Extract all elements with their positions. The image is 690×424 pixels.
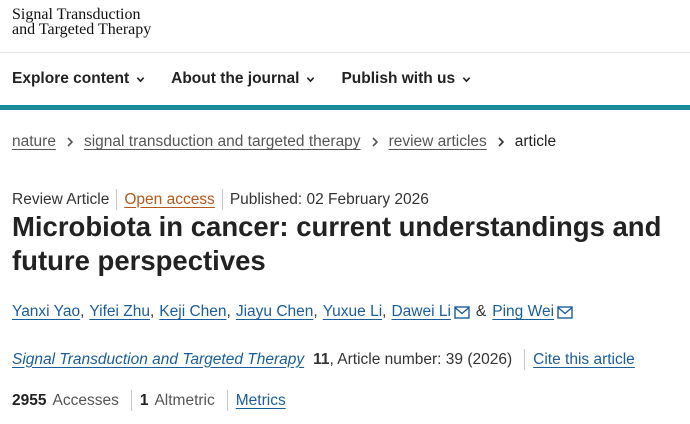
journal-divider bbox=[524, 349, 526, 370]
logo-line-1: Signal Transduction bbox=[12, 6, 141, 23]
chevron-down-icon bbox=[462, 76, 471, 82]
cite-this-article-link[interactable]: Cite this article bbox=[533, 351, 635, 369]
author-link[interactable]: Keji Chen bbox=[159, 303, 226, 321]
meta-divider bbox=[221, 189, 223, 210]
logo-line-2: and Targeted Therapy bbox=[12, 21, 152, 38]
altmetric-label: Altmetric bbox=[154, 391, 215, 409]
breadcrumb-nature[interactable]: nature bbox=[12, 133, 56, 151]
main-nav: Explore content About the journal Publis… bbox=[12, 70, 471, 88]
breadcrumb-review-articles[interactable]: review articles bbox=[389, 133, 487, 151]
mail-icon[interactable] bbox=[557, 305, 573, 319]
breadcrumb-current: article bbox=[514, 133, 557, 150]
article-meta: Review Article Open access Published: 02… bbox=[12, 189, 429, 210]
breadcrumb: nature signal transduction and targeted … bbox=[12, 133, 556, 151]
journal-logo[interactable]: Signal Transduction and Targeted Therapy bbox=[12, 6, 152, 38]
author-list: Yanxi Yao, Yifei Zhu, Keji Chen, Jiayu C… bbox=[12, 303, 573, 321]
article-title: Microbiota in cancer: current understand… bbox=[12, 211, 662, 276]
chevron-right-icon bbox=[66, 137, 74, 147]
nav-explore-content[interactable]: Explore content bbox=[12, 70, 145, 88]
nav-label: Explore content bbox=[12, 70, 130, 87]
metrics-link[interactable]: Metrics bbox=[236, 392, 286, 410]
author-link[interactable]: Dawei Li bbox=[391, 303, 450, 321]
header-divider bbox=[0, 52, 690, 53]
accesses-count: 2955 bbox=[12, 391, 47, 409]
article-metrics: 2955 Accesses 1 Altmetric Metrics bbox=[12, 390, 286, 411]
breadcrumb-journal[interactable]: signal transduction and targeted therapy bbox=[84, 133, 361, 151]
open-access-link[interactable]: Open access bbox=[124, 191, 214, 209]
author-joiner: & bbox=[475, 303, 487, 320]
metrics-divider bbox=[130, 390, 132, 411]
nav-label: About the journal bbox=[171, 70, 300, 87]
chevron-down-icon bbox=[136, 76, 145, 82]
author-link[interactable]: Ping Wei bbox=[492, 303, 554, 321]
accent-bar bbox=[0, 105, 690, 110]
author-link[interactable]: Yifei Zhu bbox=[89, 303, 150, 321]
nav-label: Publish with us bbox=[341, 70, 456, 87]
published-date: Published: 02 February 2026 bbox=[229, 190, 429, 208]
journal-info: Signal Transduction and Targeted Therapy… bbox=[12, 349, 635, 370]
author-link[interactable]: Yanxi Yao bbox=[12, 303, 80, 321]
altmetric-count: 1 bbox=[139, 391, 149, 409]
chevron-right-icon bbox=[497, 137, 505, 147]
metrics-divider bbox=[226, 390, 228, 411]
author-link[interactable]: Yuxue Li bbox=[323, 303, 382, 321]
nav-about-journal[interactable]: About the journal bbox=[171, 70, 315, 88]
author-link[interactable]: Jiayu Chen bbox=[236, 303, 314, 321]
volume-number: 11 bbox=[313, 350, 330, 368]
chevron-right-icon bbox=[371, 137, 379, 147]
nav-publish-with-us[interactable]: Publish with us bbox=[341, 70, 471, 88]
meta-divider bbox=[116, 189, 118, 210]
chevron-down-icon bbox=[307, 76, 315, 82]
article-number: , Article number: 39 (2026) bbox=[329, 350, 513, 368]
journal-link[interactable]: Signal Transduction and Targeted Therapy bbox=[12, 351, 304, 369]
mail-icon[interactable] bbox=[454, 305, 470, 319]
accesses-label: Accesses bbox=[52, 391, 119, 409]
article-type: Review Article bbox=[12, 190, 110, 208]
